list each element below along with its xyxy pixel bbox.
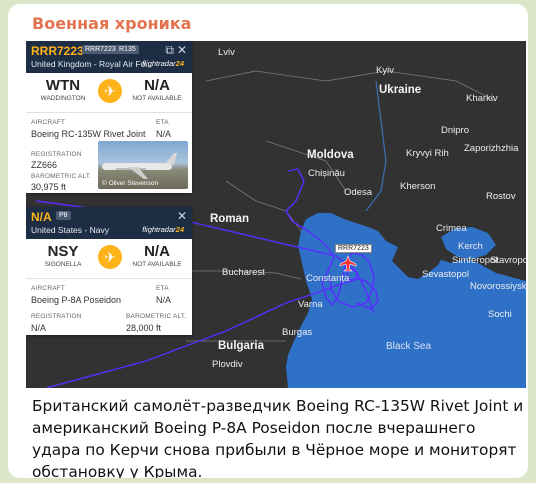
external-link-icon[interactable]: ⧉ bbox=[165, 43, 174, 58]
route-row: WTN WADDINGTON ✈ N/A NOT AVAILABLE bbox=[26, 73, 192, 113]
map-label-sochi: Sochi bbox=[488, 309, 512, 320]
registration-label: REGISTRATION bbox=[31, 313, 82, 320]
map-label-novorossiysk: Novorossiysk bbox=[470, 281, 526, 292]
operator: United States - Navy bbox=[31, 225, 109, 235]
origin-name: WADDINGTON bbox=[40, 95, 86, 102]
photo-credit: © Oliver Stevenson bbox=[102, 180, 159, 187]
map-label-kherson: Kherson bbox=[400, 181, 436, 192]
route-row: NSY SIGONELLA ✈ N/A NOT AVAILABLE bbox=[26, 239, 192, 279]
callsign: N/A bbox=[31, 210, 52, 224]
aircraft-value: Boeing P-8A Poseidon bbox=[31, 295, 122, 305]
close-icon[interactable]: ✕ bbox=[177, 43, 187, 57]
map-label-plovdiv: Plovdiv bbox=[212, 359, 243, 370]
brand-number: 24 bbox=[175, 59, 184, 68]
plane-icon: ✈ bbox=[98, 79, 122, 103]
aircraft-value: Boeing RC-135W Rivet Joint bbox=[31, 129, 146, 139]
map-label-romania: Roman bbox=[210, 213, 249, 225]
message-bubble: Военная хроника Lviv Kyiv Ukraine Kharki… bbox=[8, 4, 528, 478]
origin-code: NSY bbox=[47, 243, 79, 260]
aircraft-label: AIRCRAFT bbox=[31, 285, 66, 292]
map-label-sevastopol: Sevastopol bbox=[422, 269, 470, 280]
flight-card-rc135[interactable]: RRR7223 RRR7223 R135 ⧉ ✕ United Kingdom … bbox=[26, 41, 192, 193]
map-label-kryvyi-rih: Kryvyi Rih bbox=[406, 148, 449, 159]
channel-name[interactable]: Военная хроника bbox=[32, 14, 191, 33]
map-label-black-sea: Black Sea bbox=[386, 341, 432, 352]
eta-value: N/A bbox=[156, 129, 172, 139]
map-label-kyiv: Kyiv bbox=[376, 65, 394, 76]
brand-text: flightradar bbox=[142, 225, 176, 234]
map-label-rostov: Rostov bbox=[486, 191, 516, 202]
baro-label: BAROMETRIC ALT. bbox=[126, 313, 187, 320]
map-label-burgas: Burgas bbox=[282, 327, 313, 338]
map-label-constanta: Constanța bbox=[306, 273, 350, 284]
type-tag: R135 bbox=[116, 45, 139, 54]
map-label-chisinau: Chișinău bbox=[308, 168, 345, 179]
flightradar24-logo: flightradar24 bbox=[142, 59, 184, 68]
aircraft-label: AIRCRAFT bbox=[31, 119, 66, 126]
message-text: Британский самолёт-разведчик Boeing RC-1… bbox=[32, 397, 524, 478]
eta-label: ETA bbox=[156, 285, 169, 292]
type-tag: P8 bbox=[56, 211, 71, 220]
map-label-stavropol: Stavropol bbox=[490, 255, 526, 266]
brand-text: flightradar bbox=[142, 59, 176, 68]
map-label-dnipro: Dnipro bbox=[441, 125, 469, 136]
operator: United Kingdom - Royal Air Fo... bbox=[31, 59, 153, 69]
destination-name: NOT AVAILABLE bbox=[132, 261, 182, 268]
map-label-zaporizhzhia: Zaporizhzhia bbox=[464, 143, 519, 154]
baro-label: BAROMETRIC ALT. bbox=[31, 173, 92, 180]
map-label-ukraine: Ukraine bbox=[379, 84, 422, 96]
flight-tag: RRR7223 bbox=[82, 45, 119, 54]
baro-value: 30,975 ft bbox=[31, 182, 67, 192]
map-label-bucharest: Bucharest bbox=[222, 267, 265, 278]
eta-label: ETA bbox=[156, 119, 169, 126]
aircraft-callsign-label[interactable]: RRR7223 bbox=[335, 244, 372, 253]
map-label-odesa: Odesa bbox=[344, 187, 372, 198]
flight-card-p8[interactable]: N/A P8 ✕ United States - Navy flightrada… bbox=[26, 207, 192, 335]
map-label-moldova: Moldova bbox=[307, 149, 354, 161]
eta-value: N/A bbox=[156, 295, 172, 305]
registration-value: ZZ666 bbox=[31, 160, 58, 170]
callsign: RRR7223 bbox=[31, 44, 84, 58]
map-label-kerch: Kerch bbox=[458, 241, 483, 252]
plane-icon: ✈ bbox=[98, 245, 122, 269]
map-label-crimea: Crimea bbox=[436, 223, 467, 234]
card-header: RRR7223 RRR7223 R135 ⧉ ✕ United Kingdom … bbox=[26, 41, 192, 73]
flightradar24-logo: flightradar24 bbox=[142, 225, 184, 234]
card-header: N/A P8 ✕ United States - Navy flightrada… bbox=[26, 207, 192, 239]
origin-name: SIGONELLA bbox=[44, 261, 82, 268]
destination-name: NOT AVAILABLE bbox=[132, 95, 182, 102]
baro-value: 28,000 ft bbox=[126, 323, 162, 333]
origin-code: WTN bbox=[45, 77, 81, 94]
close-icon[interactable]: ✕ bbox=[177, 209, 187, 223]
brand-number: 24 bbox=[175, 225, 184, 234]
registration-label: REGISTRATION bbox=[31, 151, 82, 158]
map-label-varna: Varna bbox=[298, 299, 323, 310]
registration-value: N/A bbox=[31, 323, 47, 333]
map-label-kharkiv: Kharkiv bbox=[466, 93, 498, 104]
flight-map-image[interactable]: Lviv Kyiv Ukraine Kharkiv Dnipro Zaporiz… bbox=[26, 41, 526, 388]
map-label-bulgaria: Bulgaria bbox=[218, 340, 265, 352]
aircraft-photo[interactable]: © Oliver Stevenson bbox=[98, 141, 188, 189]
destination-code: N/A bbox=[144, 243, 170, 260]
map-label-lviv: Lviv bbox=[218, 47, 235, 58]
destination-code: N/A bbox=[144, 77, 170, 94]
